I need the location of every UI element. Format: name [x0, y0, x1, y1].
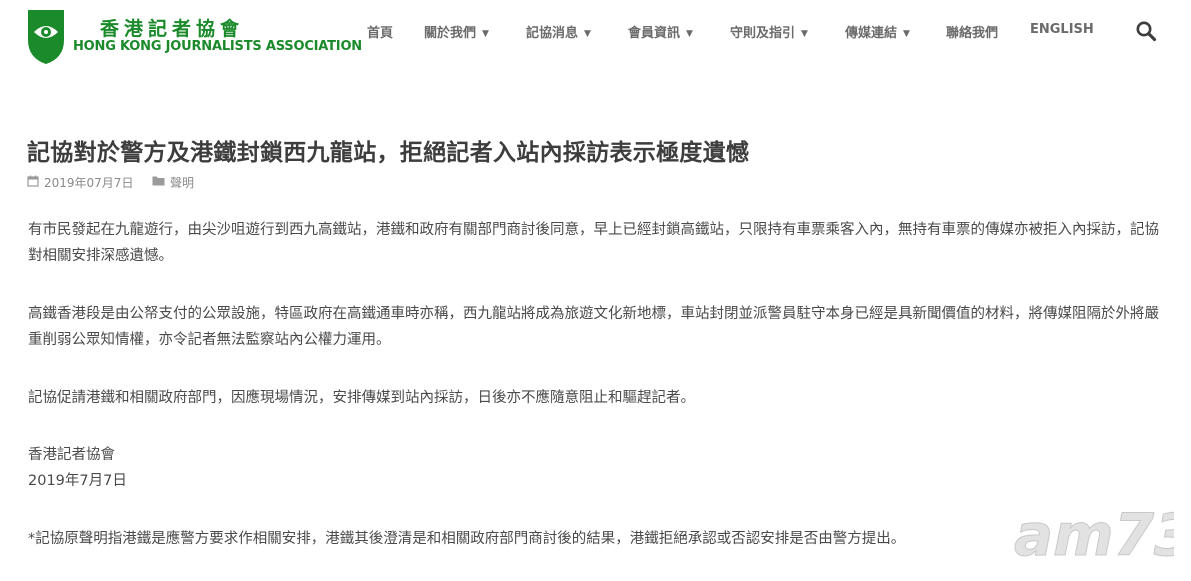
- post-date: 2019年07月7日: [27, 174, 133, 191]
- logo-name-zh[interactable]: 香港記者協會: [100, 14, 244, 41]
- chevron-down-icon: ▼: [482, 29, 489, 39]
- post-category[interactable]: 聲明: [152, 174, 194, 191]
- site-header: 香港記者協會 HONG KONG JOURNALISTS ASSOCIATION…: [0, 0, 1191, 70]
- article-signature-date: 2019年7月7日: [28, 473, 127, 489]
- nav-item-contact[interactable]: 聯絡我們: [946, 22, 999, 41]
- nav-item-members[interactable]: 會員資訊 ▼: [628, 22, 693, 41]
- hkja-logo-icon[interactable]: [26, 8, 66, 66]
- nav-item-about[interactable]: 關於我們 ▼: [424, 22, 489, 41]
- calendar-icon: [27, 175, 39, 187]
- nav-label: 會員資訊: [628, 26, 681, 41]
- search-icon[interactable]: [1135, 20, 1157, 42]
- nav-item-media-links[interactable]: 傳媒連結 ▼: [845, 22, 910, 41]
- nav-label: 聯絡我們: [946, 26, 999, 41]
- logo-name-en[interactable]: HONG KONG JOURNALISTS ASSOCIATION: [73, 39, 362, 54]
- nav-label: ENGLISH: [1030, 22, 1094, 37]
- nav-label: 關於我們: [424, 26, 477, 41]
- article-signature: 香港記者協會: [28, 447, 115, 463]
- nav-label: 首頁: [367, 26, 394, 41]
- nav-label: 守則及指引: [730, 26, 796, 41]
- nav-item-news[interactable]: 記協消息 ▼: [526, 22, 591, 41]
- post-category-link[interactable]: 聲明: [170, 176, 194, 190]
- chevron-down-icon: ▼: [801, 29, 808, 39]
- article-paragraph-1: 有市民發起在九龍遊行，由尖沙咀遊行到西九高鐵站，港鐵和政府有關部門商討後同意，早…: [28, 222, 1159, 264]
- folder-icon: [152, 176, 165, 186]
- post-date-text: 2019年07月7日: [44, 176, 134, 190]
- article-title: 記協對於警方及港鐵封鎖西九龍站，拒絕記者入站內採訪表示極度遺憾: [27, 140, 750, 166]
- nav-item-home[interactable]: 首頁: [367, 22, 394, 41]
- nav-label: 記協消息: [526, 26, 579, 41]
- article-paragraph-3: 記協促請港鐵和相關政府部門，因應現場情況，安排傳媒到站內採訪，日後亦不應隨意阻止…: [28, 390, 695, 406]
- nav-label: 傳媒連結: [845, 26, 898, 41]
- article-footnote: *記協原聲明指港鐵是應警方要求作相關安排，港鐵其後澄清是和相關政府部門商討後的結…: [28, 531, 906, 547]
- am730-watermark-logo: am730: [1014, 503, 1174, 565]
- article-paragraph-2: 高鐵香港段是由公帑支付的公眾設施，特區政府在高鐵通車時亦稱，西九龍站將成為旅遊文…: [28, 306, 1159, 348]
- chevron-down-icon: ▼: [686, 29, 693, 39]
- chevron-down-icon: ▼: [584, 29, 591, 39]
- nav-item-guidelines[interactable]: 守則及指引 ▼: [730, 22, 808, 41]
- nav-item-english[interactable]: ENGLISH: [1030, 22, 1094, 40]
- chevron-down-icon: ▼: [903, 29, 910, 39]
- watermark-text: am730: [1014, 503, 1174, 565]
